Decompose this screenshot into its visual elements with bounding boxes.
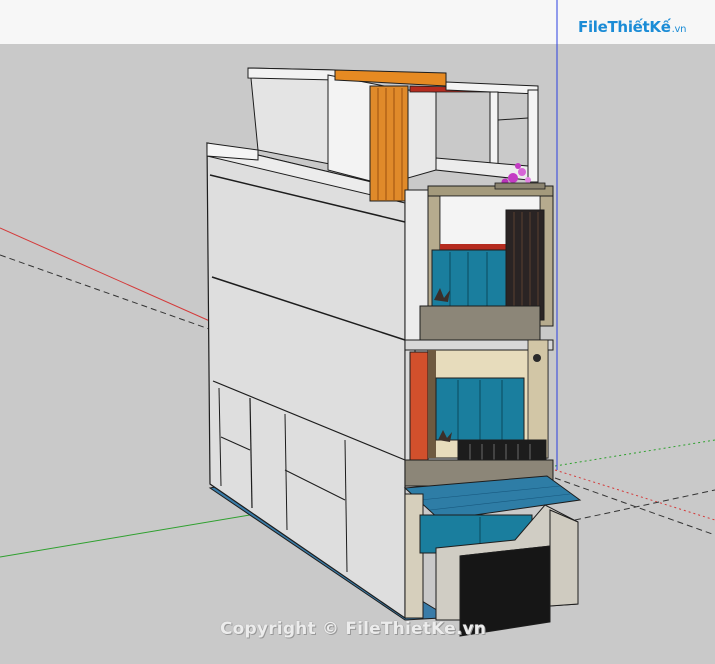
copyright-watermark: Copyright © FileThietKe.vn (220, 619, 487, 639)
green-axis-dotted (554, 439, 715, 467)
black-guide-right2 (574, 489, 715, 521)
front-facade (403, 185, 582, 637)
red-axis-dotted (554, 469, 715, 521)
black-guide-right (554, 477, 715, 536)
logo-tld: .vn (671, 23, 687, 35)
red-axis (0, 227, 213, 323)
filethietke-logo: FileThiếtKế .vn (578, 14, 686, 40)
logo-label: FileThiếtKế (578, 18, 671, 36)
model-viewport[interactable] (0, 0, 715, 664)
black-guide-left (0, 254, 213, 331)
upper-stone-parapet (419, 305, 541, 343)
red-fin (409, 351, 429, 463)
side-wall (206, 142, 406, 620)
